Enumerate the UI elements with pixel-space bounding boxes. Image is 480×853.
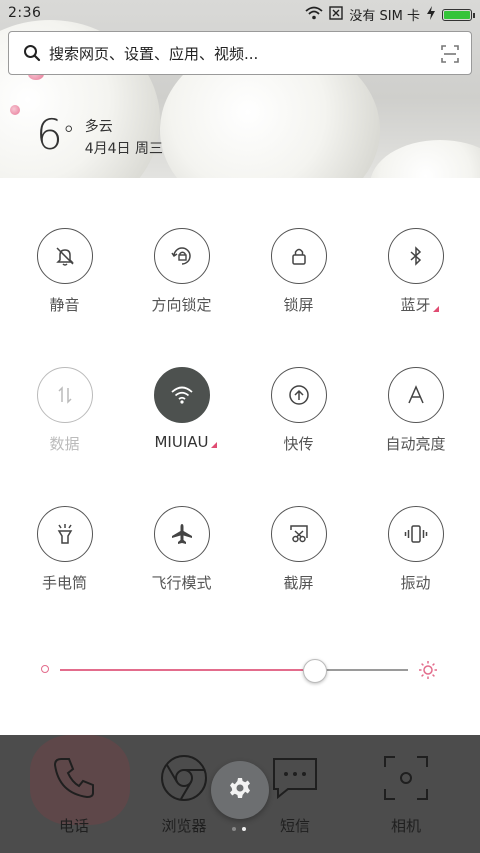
brightness-low-icon	[41, 665, 49, 673]
gear-icon	[228, 776, 252, 804]
search-bar[interactable]: 搜索网页、设置、应用、视频...	[8, 31, 472, 75]
wifi-icon	[153, 367, 210, 423]
wifi-icon	[305, 6, 324, 24]
toggle-screenshot[interactable]: 截屏	[240, 506, 357, 593]
toggle-wifi[interactable]: MIUIAU	[123, 367, 240, 451]
battery-level	[444, 10, 470, 19]
toggle-rotation-lock[interactable]: 方向锁定	[123, 228, 240, 315]
brightness-track	[325, 669, 408, 671]
weather-widget[interactable]: 6° 多云 4月4日 周三	[36, 110, 163, 160]
toggle-label: 快传	[283, 435, 314, 453]
more-indicator	[210, 442, 217, 448]
data-icon	[36, 367, 93, 423]
charging-icon	[426, 5, 436, 24]
brightness-high-icon	[418, 660, 438, 684]
weather-date: 4月4日 周三	[84, 141, 163, 157]
search-icon	[23, 44, 41, 62]
phone-icon	[49, 758, 99, 807]
toggle-lock-screen[interactable]: 锁屏	[240, 228, 357, 315]
camera-icon	[381, 756, 431, 807]
browser-icon	[159, 755, 209, 807]
toggle-label: 蓝牙	[400, 294, 439, 315]
toggle-label: 锁屏	[283, 296, 314, 314]
page-dot-active	[242, 827, 246, 831]
message-icon	[270, 758, 320, 807]
brightness-slider[interactable]	[40, 655, 440, 685]
carrier-text: 没有 SIM 卡	[349, 9, 420, 24]
toggle-mobile-data[interactable]: 数据	[6, 367, 123, 454]
more-indicator	[432, 306, 439, 312]
page-indicator	[232, 827, 246, 831]
toggle-auto-brightness[interactable]: 自动亮度	[357, 367, 474, 454]
auto-brightness-icon	[387, 367, 444, 423]
screenshot-icon	[270, 506, 327, 562]
toggle-bluetooth[interactable]: 蓝牙	[357, 228, 474, 315]
toggle-label: 方向锁定	[151, 296, 212, 314]
status-bar: 2:36 没有 SIM 卡	[0, 0, 480, 28]
dock-app-camera[interactable]: 相机	[356, 753, 456, 836]
sim-icon	[329, 5, 344, 24]
quick-transfer-icon	[270, 367, 327, 423]
toggle-label: MIUIAU	[154, 433, 217, 451]
search-placeholder: 搜索网页、设置、应用、视频...	[49, 44, 259, 63]
rotation-lock-icon	[153, 228, 210, 284]
brightness-knob[interactable]	[303, 659, 328, 683]
lock-icon	[270, 228, 327, 284]
dock-app-label: 浏览器	[161, 817, 207, 835]
wallpaper-header: 2:36 没有 SIM 卡 搜索网页、设置、应用、视频... 6° 多云 4月4…	[0, 0, 480, 178]
dock-app-phone[interactable]: 电话	[24, 753, 124, 836]
battery-icon	[442, 8, 475, 21]
toggle-vibrate[interactable]: 振动	[357, 506, 474, 593]
toggle-airplane[interactable]: 飞行模式	[123, 506, 240, 593]
settings-button[interactable]	[211, 761, 269, 819]
dock-app-label: 短信	[279, 817, 310, 835]
toggle-label: 振动	[400, 574, 431, 592]
toggle-label: 飞行模式	[151, 574, 212, 592]
page-dot	[232, 827, 236, 831]
toggle-label: 自动亮度	[385, 435, 446, 453]
dock-app-label: 相机	[390, 817, 421, 835]
wallpaper-rose	[370, 140, 480, 178]
toggle-label: 手电筒	[41, 574, 87, 592]
toggle-label: 截屏	[283, 574, 314, 592]
scan-icon[interactable]	[441, 45, 459, 63]
toggle-quick-transfer[interactable]: 快传	[240, 367, 357, 454]
wallpaper-petal	[10, 105, 20, 115]
bell-off-icon	[36, 228, 93, 284]
bluetooth-icon	[387, 228, 444, 284]
vibrate-icon	[387, 506, 444, 562]
clock: 2:36	[8, 5, 42, 21]
temperature: 6°	[36, 110, 75, 159]
toggle-label: 数据	[49, 435, 80, 453]
toggle-label: 静音	[49, 296, 80, 314]
dock-app-label: 电话	[58, 817, 89, 835]
toggle-flashlight[interactable]: 手电筒	[6, 506, 123, 593]
brightness-track-filled	[60, 669, 304, 671]
flashlight-icon	[36, 506, 93, 562]
weather-condition: 多云	[84, 119, 113, 135]
toggle-silent[interactable]: 静音	[6, 228, 123, 315]
airplane-icon	[153, 506, 210, 562]
